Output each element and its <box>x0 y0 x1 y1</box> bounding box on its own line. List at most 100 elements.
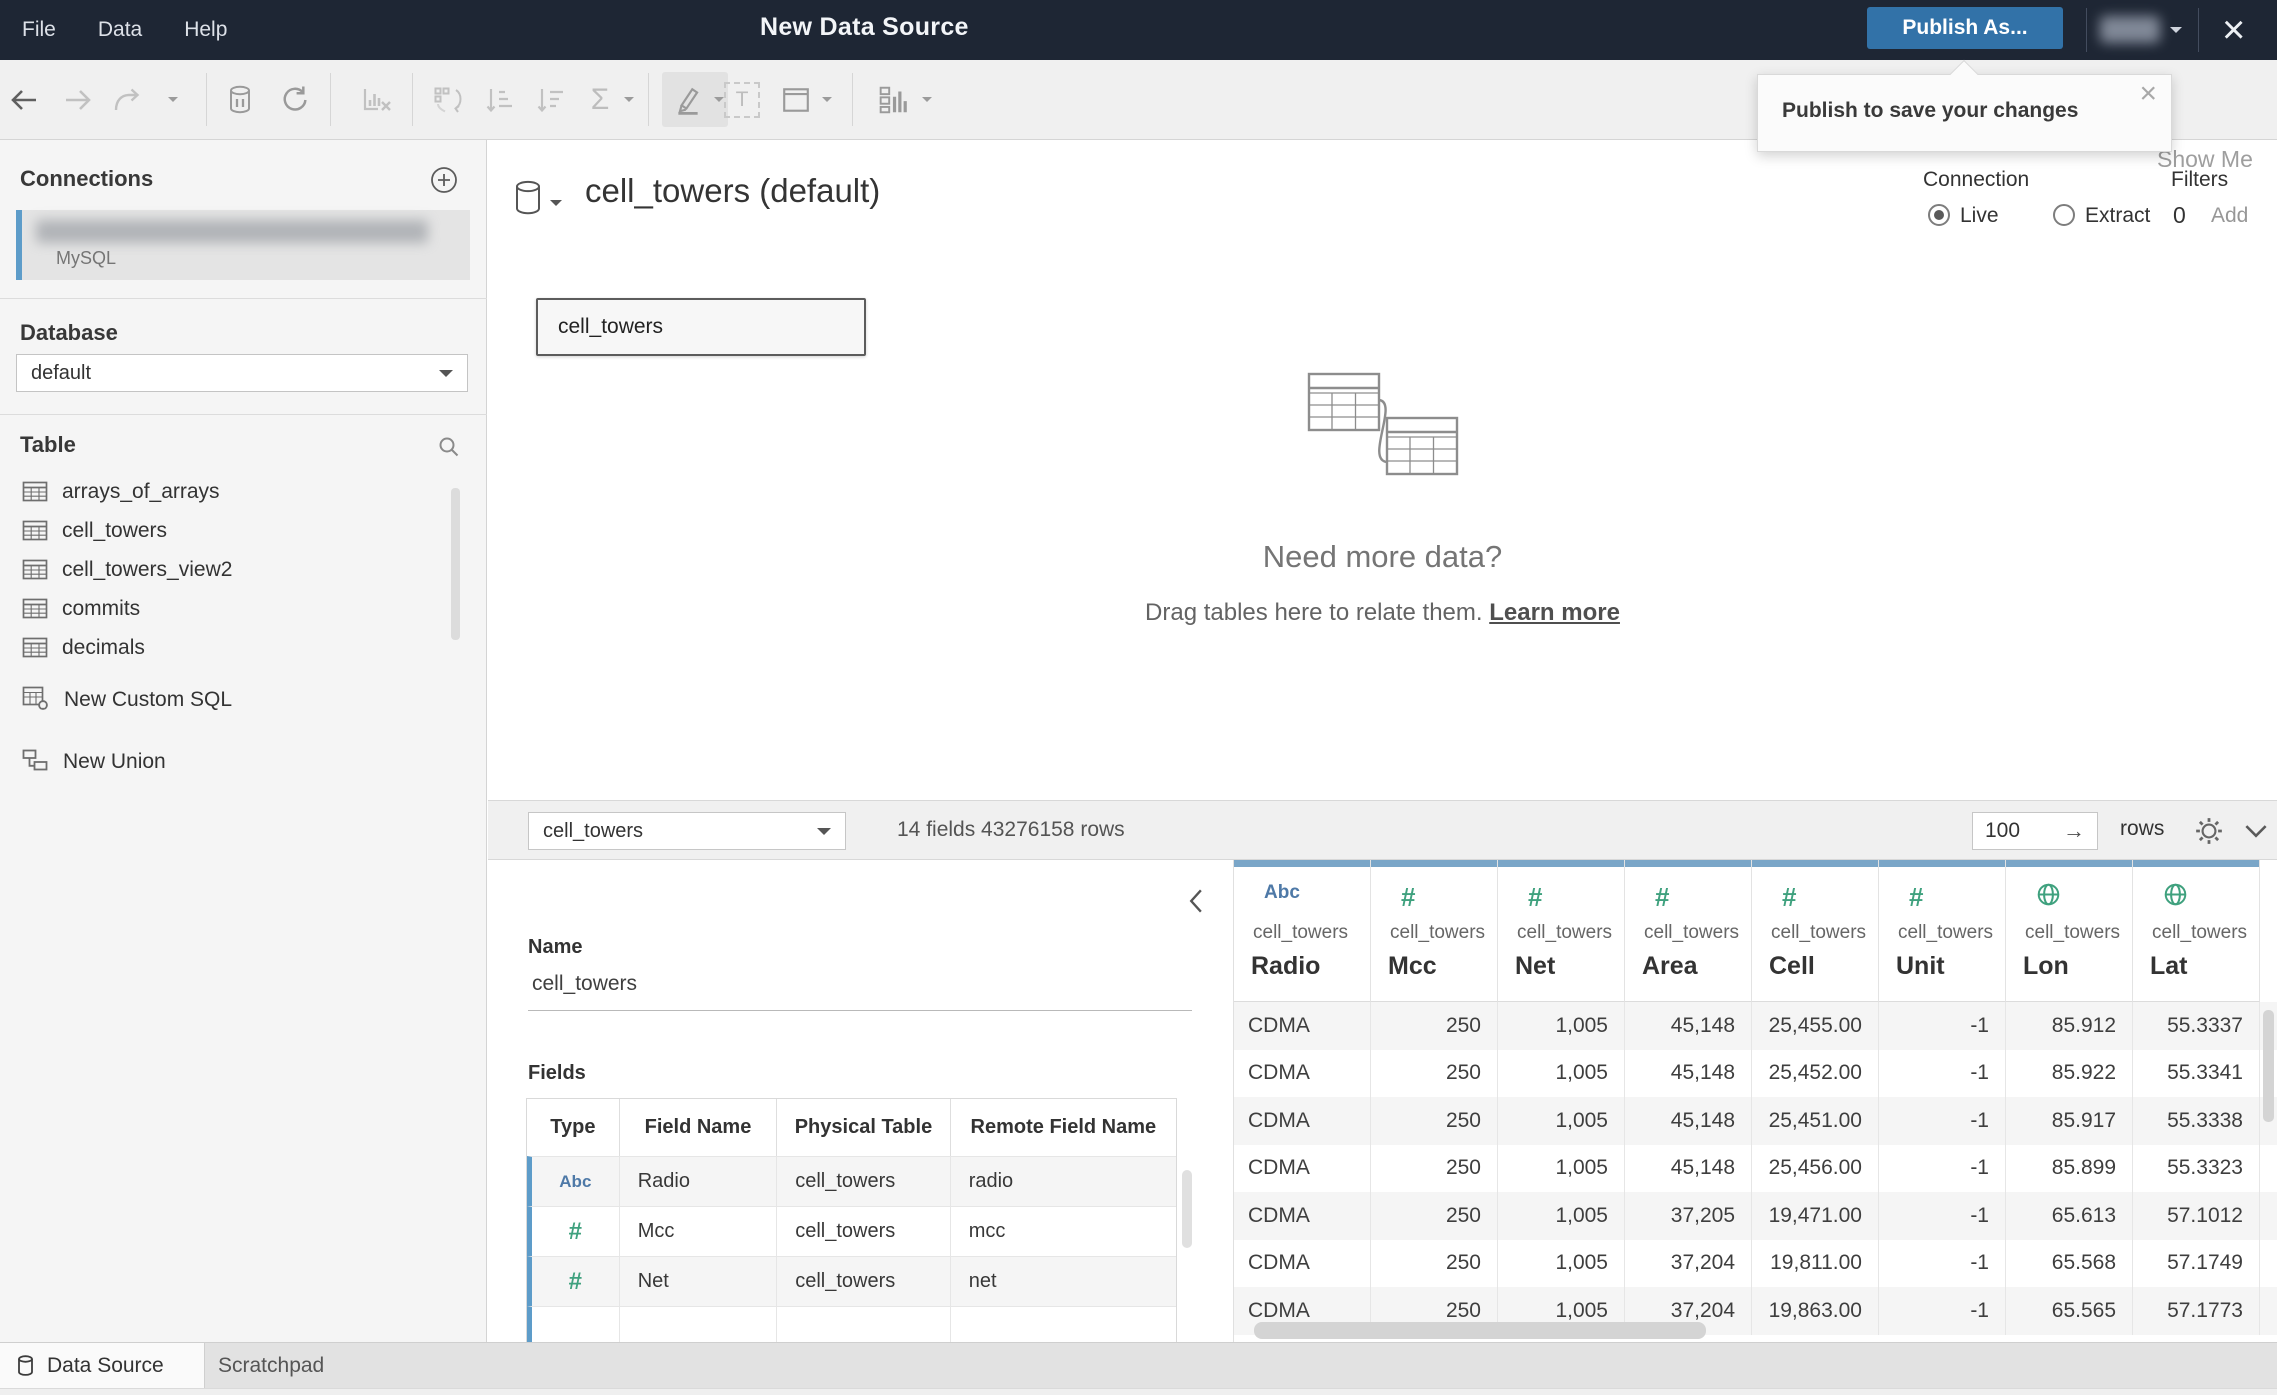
table-node-cell-towers[interactable]: cell_towers <box>536 298 866 356</box>
publish-as-button[interactable]: Publish As... <box>1867 7 2063 49</box>
union-icon <box>22 749 48 776</box>
clear-sheet-button[interactable] <box>361 60 393 139</box>
connection-item[interactable]: MySQL <box>16 210 470 280</box>
apply-arrow-icon[interactable]: → <box>2063 818 2085 844</box>
grid-column-header-mcc[interactable]: # cell_towers Mcc <box>1371 860 1498 1002</box>
database-select[interactable]: default <box>16 354 468 392</box>
tooltip-close-icon[interactable]: × <box>2139 77 2157 111</box>
forward-button[interactable] <box>63 60 93 139</box>
grid-cell: 57.1749 <box>2133 1239 2260 1287</box>
tooltip-text: Publish to save your changes <box>1782 99 2079 122</box>
tab-data-source[interactable]: Data Source <box>0 1343 205 1389</box>
table-list-item-decimals[interactable]: decimals <box>0 628 487 667</box>
grid-cell: 85.917 <box>2006 1097 2133 1145</box>
grid-cell: 57.1773 <box>2133 1287 2260 1335</box>
custom-sql-icon <box>22 686 49 715</box>
grid-cell: CDMA <box>1234 1049 1371 1097</box>
datasource-caret-icon[interactable] <box>550 200 562 212</box>
grid-column-header-lon[interactable]: cell_towers Lon <box>2006 860 2133 1002</box>
string-type-icon: Abc <box>559 1171 592 1191</box>
user-menu[interactable] <box>2100 16 2160 43</box>
connection-section-label: Connection <box>1923 168 2030 191</box>
collapse-panel-button[interactable] <box>1188 888 1203 919</box>
grid-cell: 19,811.00 <box>1752 1239 1879 1287</box>
text-box-button[interactable]: T <box>724 60 760 139</box>
grid-vertical-scrollbar[interactable] <box>2263 1010 2274 1122</box>
fields-column-header: Physical Table <box>777 1099 951 1156</box>
table-list-item-commits[interactable]: commits <box>0 589 487 628</box>
table-name: decimals <box>62 635 145 659</box>
highlight-button[interactable] <box>674 60 702 139</box>
totals-caret-icon[interactable] <box>624 97 634 107</box>
grid-cell: 250 <box>1371 1192 1498 1240</box>
live-radio[interactable] <box>1928 204 1950 226</box>
menu-help[interactable]: Help <box>184 18 227 42</box>
table-icon <box>22 481 48 502</box>
table-icon <box>22 559 48 580</box>
datasource-title: cell_towers (default) <box>585 172 881 209</box>
new-custom-sql-button[interactable]: New Custom SQL <box>22 680 232 720</box>
table-selector-dropdown[interactable]: cell_towers <box>528 812 846 850</box>
table-search-button[interactable] <box>438 436 460 463</box>
add-connection-button[interactable] <box>430 166 458 199</box>
row-limit-input[interactable]: 100 → <box>1972 812 2098 850</box>
fields-scrollbar[interactable] <box>1182 1170 1192 1248</box>
grid-column-header-net[interactable]: # cell_towers Net <box>1498 860 1625 1002</box>
fit-caret-icon[interactable] <box>822 97 832 107</box>
datasource-cylinder-icon[interactable] <box>514 180 542 221</box>
sort-descending-button[interactable] <box>536 60 566 139</box>
filters-add-button[interactable]: Add <box>2211 204 2248 228</box>
grid-cell: 65.568 <box>2006 1239 2133 1287</box>
show-me-panel-caret-icon[interactable] <box>922 97 932 107</box>
table-name-input[interactable]: cell_towers <box>532 972 637 996</box>
grid-cell: -1 <box>1879 1049 2006 1097</box>
table-list-item-cell_towers_view2[interactable]: cell_towers_view2 <box>0 550 487 589</box>
redo-button[interactable] <box>112 60 142 139</box>
grid-column-header-unit[interactable]: # cell_towers Unit <box>1879 860 2006 1002</box>
grid-column-header-area[interactable]: # cell_towers Area <box>1625 860 1752 1002</box>
swap-button[interactable] <box>433 60 465 139</box>
new-union-button[interactable]: New Union <box>22 742 166 782</box>
redo-caret-icon[interactable] <box>168 97 178 107</box>
grid-settings-button[interactable] <box>2194 816 2224 851</box>
sort-ascending-button[interactable] <box>485 60 515 139</box>
chevron-down-icon <box>817 827 831 842</box>
close-window-button[interactable]: × <box>2222 4 2245 56</box>
field-row-net[interactable]: # Net cell_towers net <box>527 1256 1176 1306</box>
toolbar-divider <box>330 73 331 126</box>
back-button[interactable] <box>9 60 39 139</box>
refresh-button[interactable] <box>280 60 309 139</box>
fields-table-header: Type Field Name Physical Table Remote Field… <box>527 1099 1176 1156</box>
table-list-scrollbar[interactable] <box>451 488 460 640</box>
grid-column-header-cell[interactable]: # cell_towers Cell <box>1752 860 1879 1002</box>
tab-scratchpad[interactable]: Scratchpad <box>218 1343 324 1389</box>
totals-button[interactable]: Σ <box>591 60 610 139</box>
grid-cell: 55.3341 <box>2133 1049 2260 1097</box>
field-row-radio[interactable]: Abc Radio cell_towers radio <box>527 1156 1176 1206</box>
field-type-cell: # <box>532 1257 620 1306</box>
show-me-panel-button[interactable] <box>878 60 910 139</box>
grid-column-header-radio[interactable]: Abc cell_towers Radio <box>1234 860 1371 1002</box>
learn-more-link[interactable]: Learn more <box>1489 599 1620 626</box>
table-details-panel: Name cell_towers Fields Type Field Name Ph… <box>488 860 1233 1342</box>
grid-column-header-lat[interactable]: cell_towers Lat <box>2133 860 2260 1002</box>
data-source-button[interactable] <box>228 60 252 139</box>
database-select-value: default <box>31 361 92 384</box>
field-row-mcc[interactable]: # Mcc cell_towers mcc <box>527 1206 1176 1256</box>
extract-radio[interactable] <box>2053 204 2075 226</box>
toolbar-divider <box>852 73 853 126</box>
table-list-item-arrays_of_arrays[interactable]: arrays_of_arrays <box>0 472 487 511</box>
menu-file[interactable]: File <box>22 18 56 42</box>
database-label: Database <box>20 320 118 345</box>
column-field-name: Lon <box>2023 952 2069 980</box>
grid-cell: CDMA <box>1234 1144 1371 1192</box>
collapse-grid-button[interactable] <box>2244 824 2268 844</box>
grid-cell: 1,005 <box>1498 1144 1625 1192</box>
grid-horizontal-scrollbar[interactable] <box>1254 1322 1706 1339</box>
empty-state: Need more data? Drag tables here to rela… <box>488 368 2277 627</box>
grid-cell: 85.922 <box>2006 1049 2133 1097</box>
menu-data[interactable]: Data <box>98 18 142 42</box>
table-list-item-cell_towers[interactable]: cell_towers <box>0 511 487 550</box>
fit-button[interactable] <box>781 60 811 139</box>
highlight-caret-icon[interactable] <box>714 97 724 107</box>
